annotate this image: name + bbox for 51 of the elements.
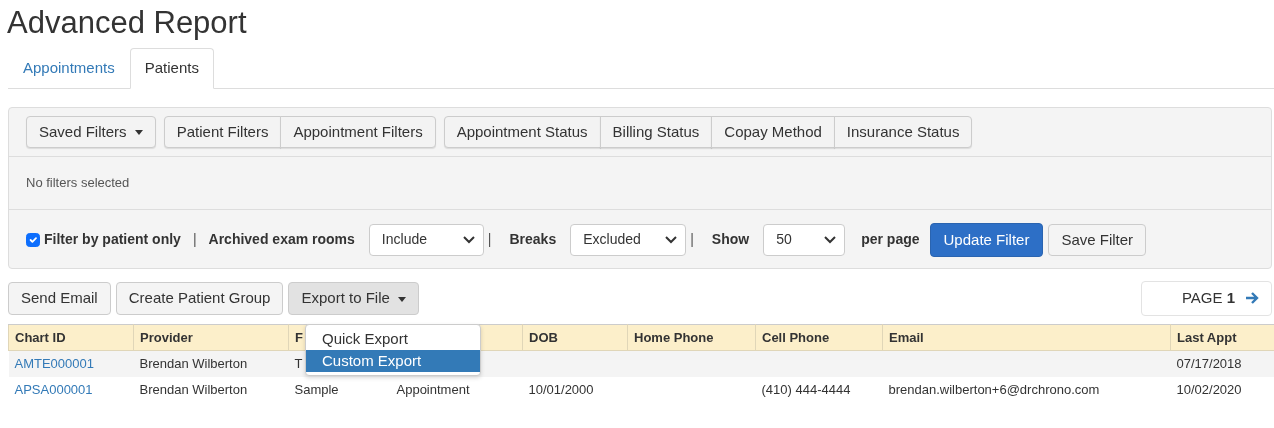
menu-item[interactable]: Custom Export — [306, 349, 480, 372]
table-cell: (410) 444-4444 — [755, 376, 883, 402]
checkbox[interactable] — [26, 232, 40, 247]
filter-button[interactable]: Appointment Filters — [280, 115, 436, 148]
dropdown-button[interactable]: Saved Filters — [26, 115, 156, 148]
filter-button[interactable]: Copay Method — [711, 115, 835, 148]
action-button[interactable]: Send Email — [8, 282, 111, 315]
action-button[interactable]: Create Patient Group — [115, 282, 284, 315]
option-label: Filter by patient only — [44, 230, 181, 250]
chart-id-link[interactable]: APSA000001 — [14, 381, 93, 397]
column-header: Home Phone — [627, 324, 756, 351]
option-label: Show — [711, 230, 750, 250]
select-field[interactable]: Excluded — [570, 223, 687, 256]
separator: | — [487, 230, 492, 250]
column-header: Email — [882, 324, 1171, 351]
filter-button[interactable]: Billing Status — [599, 115, 713, 148]
table-cell: 07/17/2018 — [1170, 350, 1274, 377]
separator: | — [690, 230, 694, 250]
table-cell: Sample — [288, 376, 391, 402]
table-cell: Brendan Wilberton — [133, 376, 289, 402]
column-header: Cell Phone — [755, 324, 883, 351]
table-cell: Brendan Wilberton — [133, 350, 289, 377]
table-cell: Appointment — [390, 376, 523, 402]
column-header: Provider — [133, 324, 289, 351]
save-filter-button[interactable]: Save Filter — [1048, 223, 1147, 256]
option-label: Archived exam rooms — [208, 230, 355, 250]
table-cell: brendan.wilberton+6@drchrono.com — [882, 376, 1171, 402]
column-header: Last Appt — [1170, 324, 1274, 351]
table-cell: 10/01/2000 — [522, 376, 628, 402]
chevron-down-icon — [824, 235, 837, 244]
option-label: Breaks — [509, 230, 557, 250]
dropdown-button[interactable]: Export to File — [288, 282, 419, 315]
tab[interactable]: Appointments — [8, 48, 130, 89]
column-header: DOB — [522, 324, 628, 351]
separator: | — [192, 230, 197, 250]
page-title: Advanced Report — [7, 6, 248, 40]
column-header: Chart ID — [8, 324, 134, 351]
option-label: per page — [861, 230, 920, 250]
select-field[interactable]: 50 — [763, 223, 846, 256]
tab[interactable]: Patients — [129, 48, 214, 89]
next-page-icon[interactable] — [1245, 291, 1259, 306]
filter-summary: No filters selected — [26, 174, 131, 192]
filter-button[interactable]: Patient Filters — [163, 115, 282, 148]
select-field[interactable]: Include — [368, 223, 484, 256]
table-cell: 10/02/2020 — [1170, 376, 1274, 402]
filter-button[interactable]: Insurance Status — [833, 115, 973, 148]
update-filter-button[interactable]: Update Filter — [929, 222, 1044, 257]
chevron-down-icon — [665, 235, 678, 244]
chevron-down-icon — [462, 235, 475, 244]
filter-button[interactable]: Appointment Status — [443, 115, 601, 148]
page-label: PAGE 1 — [1181, 288, 1235, 308]
